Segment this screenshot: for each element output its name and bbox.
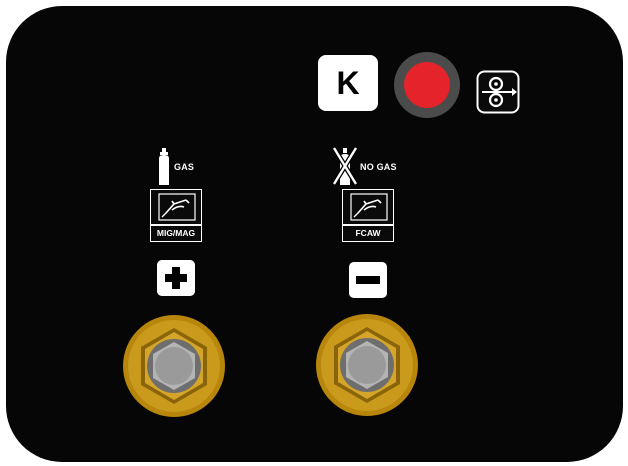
positive-output-socket[interactable] bbox=[122, 314, 226, 418]
gas-label: GAS bbox=[174, 162, 195, 172]
box-divider bbox=[343, 224, 393, 226]
box-divider bbox=[151, 224, 201, 226]
mig-torch-icon bbox=[350, 193, 388, 221]
mode-label: MIG/MAG bbox=[156, 228, 196, 238]
no-gas-icon bbox=[332, 146, 358, 186]
mode-label: FCAW bbox=[355, 228, 381, 238]
red-button-cap bbox=[404, 62, 450, 108]
k-button[interactable]: K bbox=[318, 55, 378, 111]
no-gas-label: NO GAS bbox=[360, 162, 397, 172]
red-button[interactable] bbox=[394, 52, 460, 118]
mig-torch-icon bbox=[158, 193, 196, 221]
wire-feed-icon[interactable] bbox=[476, 70, 520, 114]
torch-mode-box: MIG/MAG bbox=[150, 189, 202, 242]
torch-mode-box: FCAW bbox=[342, 189, 394, 242]
gas-bottle-icon bbox=[159, 148, 169, 185]
negative-output-socket[interactable] bbox=[315, 313, 419, 417]
minus-icon bbox=[349, 262, 387, 298]
plus-icon bbox=[157, 260, 195, 296]
